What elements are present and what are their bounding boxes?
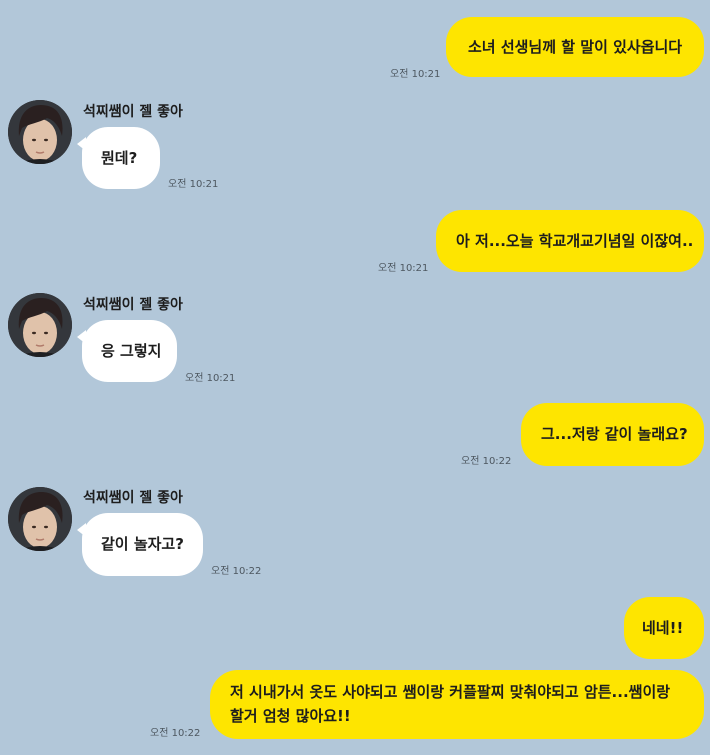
my-message-bubble[interactable]: 그...저랑 같이 놀래요? [521,403,704,466]
message-text: 응 그렇지 [101,342,162,360]
message-timestamp: 오전 10:21 [185,373,236,384]
sender-avatar[interactable] [8,100,72,164]
message-text: 같이 놀자고? [101,535,184,553]
avatar-photo-icon [8,293,72,357]
sender-avatar[interactable] [8,487,72,551]
message-timestamp: 오전 10:21 [390,69,441,80]
message-timestamp: 오전 10:21 [378,263,429,274]
sender-name: 석찌쌤이 젤 좋아 [83,104,183,120]
sender-avatar[interactable] [8,293,72,357]
sender-name: 석찌쌤이 젤 좋아 [83,297,183,313]
my-message-bubble[interactable]: 네네!! [624,597,704,659]
message-text: 아 저...오늘 학교개교기념일 이잖여.. [456,232,694,250]
message-timestamp: 오전 10:22 [150,728,201,739]
my-message-bubble[interactable]: 아 저...오늘 학교개교기념일 이잖여.. [436,210,704,272]
message-text: 뭔데? [101,149,138,167]
message-text: 그...저랑 같이 놀래요? [541,425,688,443]
sender-name: 석찌쌤이 젤 좋아 [83,490,183,506]
message-timestamp: 오전 10:21 [168,179,219,190]
their-message-bubble[interactable]: 뭔데? [77,127,160,189]
my-message-bubble[interactable]: 저 시내가서 옷도 사야되고 쌤이랑 커플팔찌 맞춰야되고 암튼...쌤이랑 할… [210,670,704,739]
my-message-bubble[interactable]: 소녀 선생님께 할 말이 있사옵니다 [446,17,704,77]
avatar-photo-icon [8,100,72,164]
message-text: 네네!! [642,619,684,637]
their-message-bubble[interactable]: 같이 놀자고? [77,513,203,576]
message-text: 저 시내가서 옷도 사야되고 쌤이랑 커플팔찌 맞춰야되고 암튼...쌤이랑 할… [230,683,671,725]
avatar-photo-icon [8,487,72,551]
their-message-bubble[interactable]: 응 그렇지 [77,320,177,382]
message-timestamp: 오전 10:22 [211,566,262,577]
message-text: 소녀 선생님께 할 말이 있사옵니다 [468,38,683,56]
message-timestamp: 오전 10:22 [461,456,512,467]
